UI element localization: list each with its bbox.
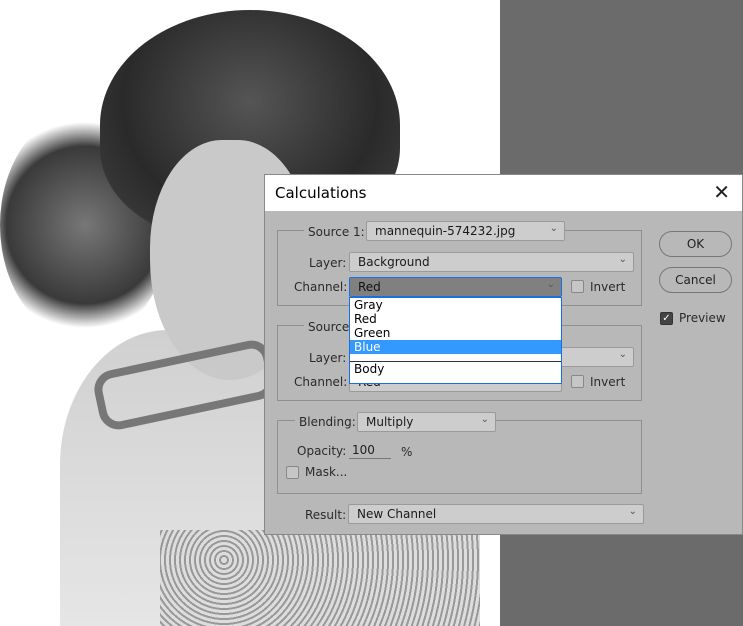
opacity-input[interactable]: 100 — [349, 443, 391, 459]
source1-layer-select[interactable]: Background ⌄ — [349, 252, 634, 272]
source1-invert-checkbox[interactable] — [571, 280, 584, 293]
preview-label: Preview — [675, 311, 730, 325]
channel-option-gray[interactable]: Gray — [350, 298, 561, 312]
ok-button[interactable]: OK — [659, 231, 732, 257]
result-label: Result: — [301, 508, 351, 522]
chevron-down-icon: ⌄ — [628, 506, 637, 517]
cancel-button[interactable]: Cancel — [659, 267, 732, 293]
opacity-percent: % — [397, 445, 417, 459]
chevron-down-icon: ⌄ — [618, 349, 627, 360]
result-value: New Channel — [357, 507, 437, 521]
dialog-title: Calculations — [275, 184, 367, 202]
chevron-down-icon: ⌄ — [480, 414, 489, 425]
source1-file-select[interactable]: mannequin-574232.jpg ⌄ — [366, 221, 565, 241]
channel-dropdown-list: Gray Red Green Blue Body — [349, 297, 562, 384]
title-bar[interactable]: Calculations ✕ — [265, 175, 742, 211]
blending-mode-value: Multiply — [366, 415, 414, 429]
source1-channel-label: Channel: — [294, 280, 348, 294]
source1-channel-value: Red — [358, 280, 381, 294]
source2-label: Source — [304, 320, 354, 334]
mask-label[interactable]: Mask... — [301, 465, 352, 479]
opacity-label: Opacity: — [293, 444, 351, 458]
source1-layer-value: Background — [358, 255, 430, 269]
source2-invert-label: Invert — [590, 375, 626, 389]
chevron-down-icon: ⌄ — [546, 279, 555, 290]
photo-dress — [160, 530, 480, 626]
chevron-down-icon: ⌄ — [549, 223, 558, 234]
channel-option-green[interactable]: Green — [350, 326, 561, 340]
close-icon[interactable]: ✕ — [713, 180, 730, 204]
chevron-down-icon: ⌄ — [618, 254, 627, 265]
source1-channel-select[interactable]: Red ⌄ — [349, 277, 562, 297]
source1-file-value: mannequin-574232.jpg — [375, 224, 516, 238]
result-select[interactable]: New Channel ⌄ — [348, 504, 644, 524]
source2-invert-checkbox[interactable] — [571, 375, 584, 388]
source1-layer-label: Layer: — [305, 256, 351, 270]
blending-mode-select[interactable]: Multiply ⌄ — [357, 412, 496, 432]
calculations-dialog: Calculations ✕ Source 1: mannequin-57423… — [264, 174, 743, 535]
source2-channel-label: Channel: — [294, 375, 348, 389]
source2-layer-label: Layer: — [305, 351, 351, 365]
preview-checkbox[interactable]: ✓ — [660, 312, 673, 325]
source1-label: Source 1: — [304, 225, 369, 239]
channel-option-body[interactable]: Body — [350, 362, 561, 376]
channel-option-red[interactable]: Red — [350, 312, 561, 326]
blending-label: Blending: — [295, 415, 360, 429]
channel-option-blue[interactable]: Blue — [350, 340, 561, 354]
source1-invert-label: Invert — [590, 280, 626, 294]
mask-checkbox[interactable] — [286, 466, 299, 479]
